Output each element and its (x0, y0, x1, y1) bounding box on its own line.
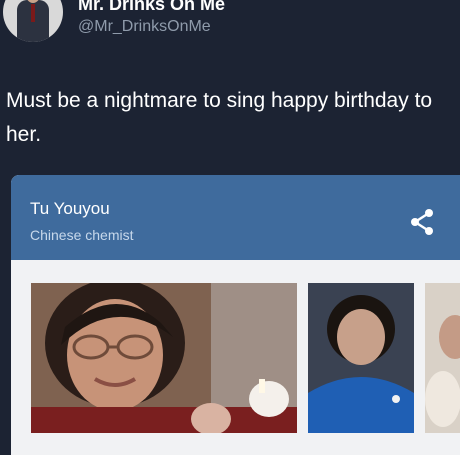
photo-portrait-2[interactable] (308, 283, 414, 433)
photo-portrait-1[interactable] (31, 283, 297, 433)
photo-portrait-1-art (31, 283, 297, 433)
display-name[interactable]: Mr. Drinks On Me (78, 0, 225, 15)
card-header: Tu Youyou Chinese chemist (11, 175, 460, 260)
photo-portrait-2-art (308, 283, 414, 433)
knowledge-card[interactable]: Tu Youyou Chinese chemist (11, 175, 460, 455)
tweet-text: Must be a nightmare to sing happy birthd… (6, 89, 433, 146)
user-handle[interactable]: @Mr_DrinksOnMe (78, 18, 211, 36)
photo-portrait-3-art (425, 283, 460, 433)
avatar[interactable] (3, 0, 63, 42)
avatar-tie (31, 4, 35, 22)
card-body (11, 260, 460, 455)
photo-portrait-3[interactable] (425, 283, 460, 433)
card-subtitle: Chinese chemist (30, 227, 134, 243)
share-icon[interactable] (409, 208, 435, 236)
tweet-header: Mr. Drinks On Me @Mr_DrinksOnMe (0, 0, 460, 60)
card-title[interactable]: Tu Youyou (30, 199, 110, 219)
